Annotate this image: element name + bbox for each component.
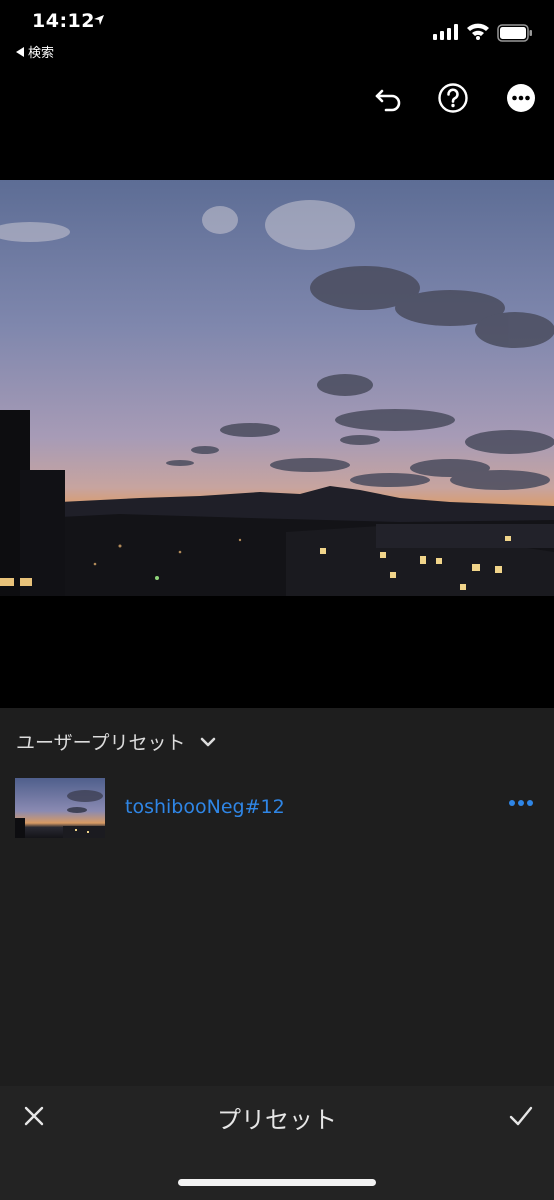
help-icon[interactable] [437, 82, 469, 114]
preset-panel: ユーザープリセット toshibooNeg#12 [0, 708, 554, 1086]
location-arrow-icon [94, 15, 104, 25]
preset-more-icon[interactable] [508, 798, 534, 808]
bottom-bar: プリセット [0, 1086, 554, 1200]
battery-icon [497, 24, 532, 42]
status-bar: 14:12 検索 [0, 0, 554, 70]
back-link-label: 検索 [28, 46, 55, 61]
home-indicator[interactable] [178, 1179, 376, 1186]
photo-preview [0, 180, 554, 596]
back-triangle-icon [16, 46, 24, 57]
undo-icon[interactable] [372, 82, 404, 114]
more-icon[interactable] [505, 82, 537, 114]
status-time: 14:12 [32, 10, 95, 32]
back-to-search-link[interactable]: 検索 [16, 42, 54, 61]
bottom-bar-title: プリセット [217, 1106, 337, 1134]
checkmark-icon[interactable] [508, 1104, 534, 1128]
preset-list-item[interactable]: toshibooNeg#12 [0, 776, 554, 840]
wifi-icon [467, 23, 489, 40]
screen: 14:12 検索 ユーザープリセット toshibooNeg#12 プリセット [0, 0, 554, 1200]
chevron-down-icon [201, 737, 216, 746]
preset-name: toshibooNeg#12 [125, 796, 285, 818]
preset-group-dropdown[interactable]: ユーザープリセット [16, 728, 217, 755]
preset-thumbnail [15, 778, 105, 838]
preset-group-label: ユーザープリセット [16, 732, 186, 754]
cellular-signal-icon [433, 24, 458, 40]
